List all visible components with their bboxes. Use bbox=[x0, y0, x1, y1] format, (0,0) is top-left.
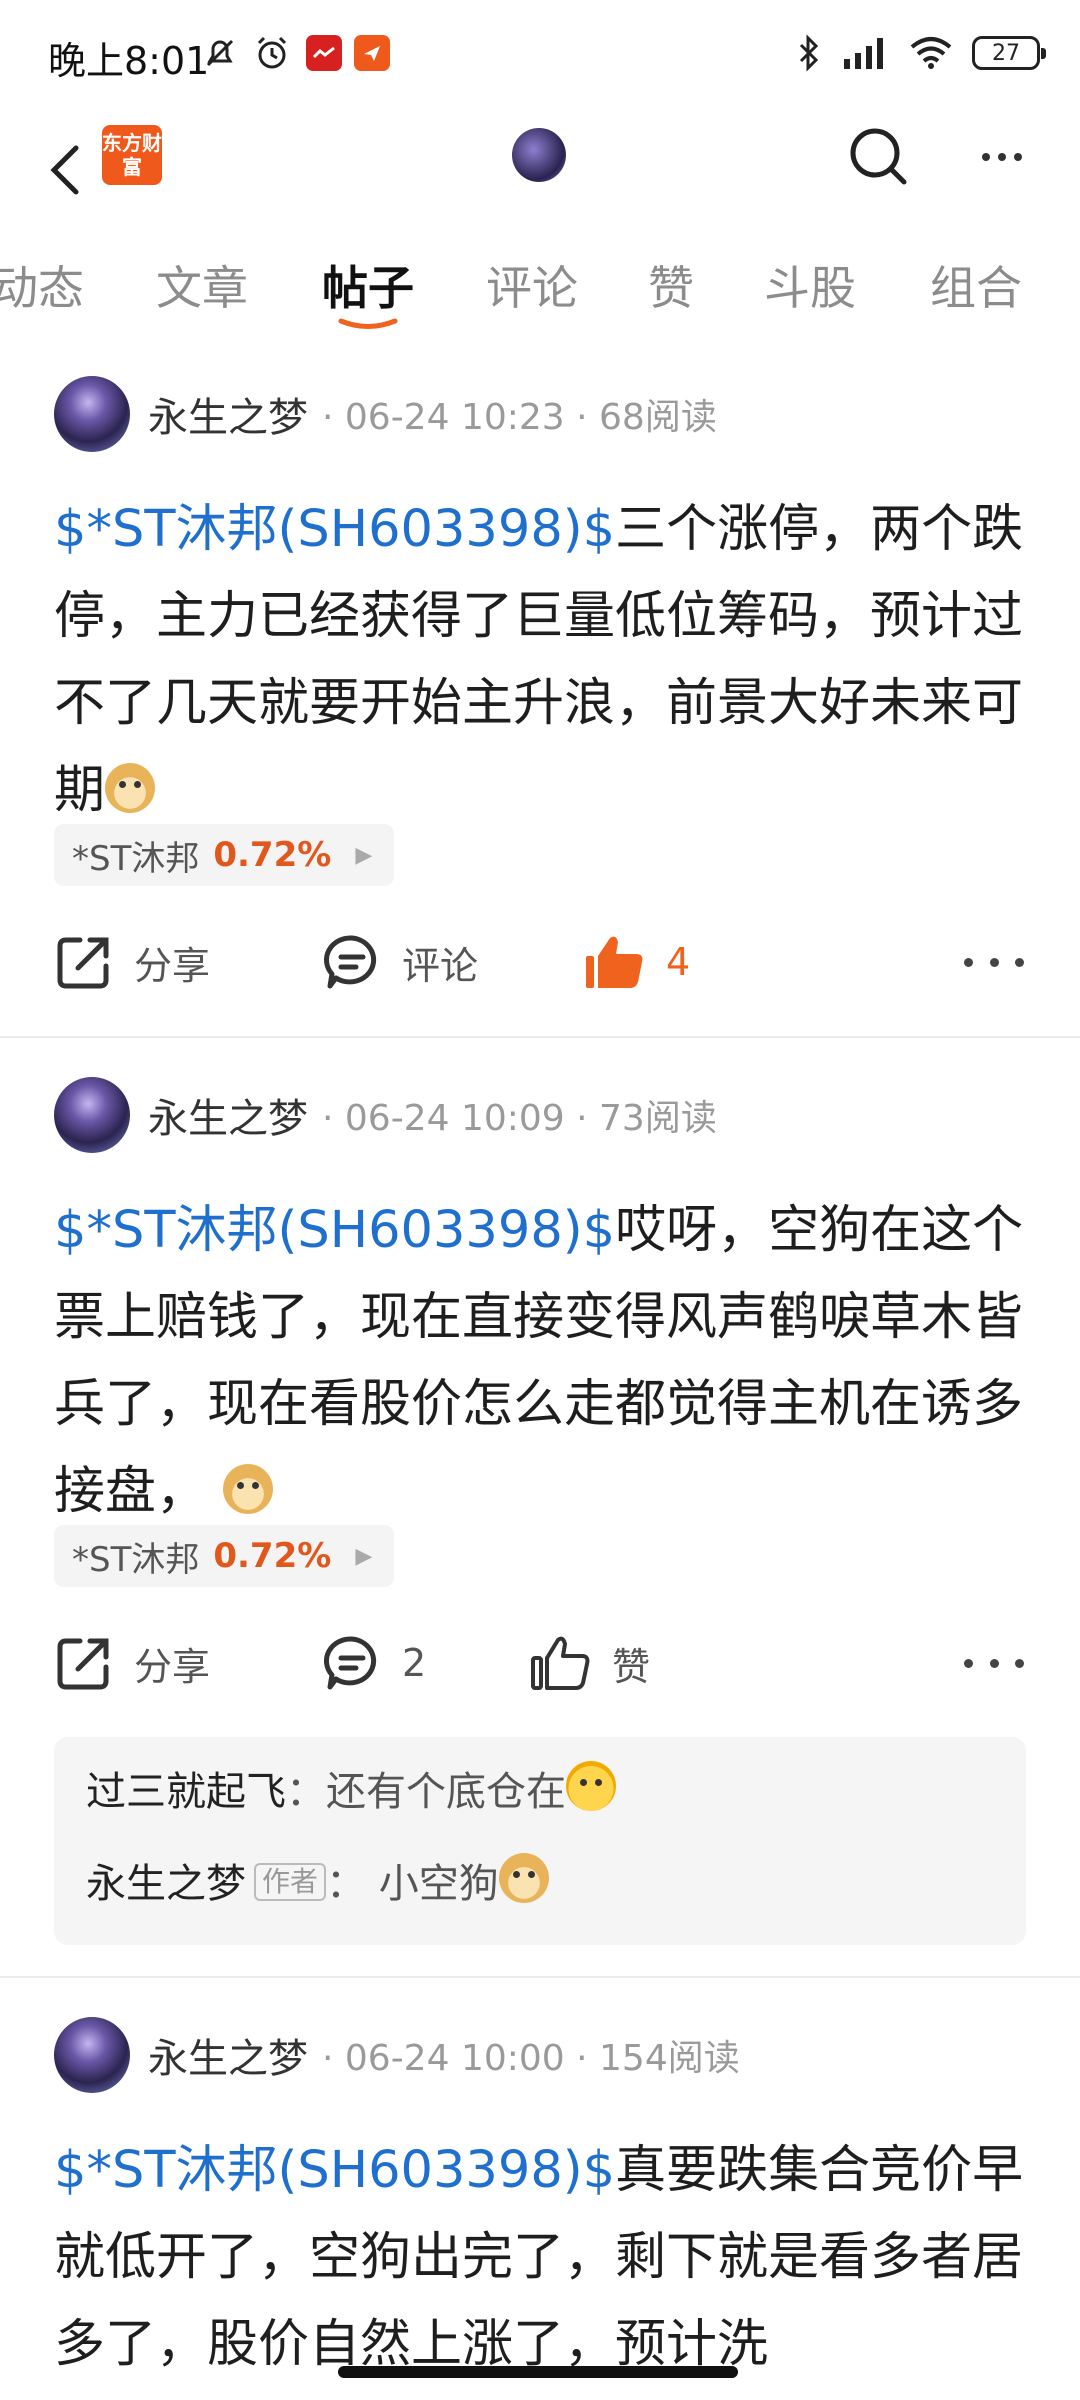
post-item[interactable]: 永生之梦 · 06-24 10:23 · 68阅读 $*ST沐邦(SH60339… bbox=[0, 376, 1080, 1036]
app-notification-icon bbox=[354, 35, 390, 71]
tab-posts[interactable]: 帖子 bbox=[322, 252, 414, 318]
app-notification-icon bbox=[306, 35, 342, 71]
doge-emoji-icon bbox=[223, 1464, 274, 1514]
tab-activity[interactable]: 动态 bbox=[0, 252, 84, 318]
more-icon bbox=[964, 1658, 973, 1668]
share-button[interactable]: 分享 bbox=[54, 922, 210, 1002]
more-button[interactable] bbox=[970, 134, 1034, 180]
post-actions: 分享 评论 4 bbox=[54, 922, 1024, 1002]
author-name[interactable]: 永生之梦 bbox=[148, 385, 308, 443]
post-item[interactable]: 永生之梦 · 06-24 10:00 · 154阅读 $*ST沐邦(SH6033… bbox=[0, 2017, 1080, 2400]
divider bbox=[0, 1976, 1080, 1978]
doge-emoji-icon bbox=[105, 763, 156, 813]
post-actions: 分享 2 赞 bbox=[54, 1623, 1024, 1703]
stock-link[interactable]: $*ST沐邦(SH603398)$ bbox=[54, 2141, 615, 2200]
share-label: 分享 bbox=[134, 943, 211, 988]
share-label: 分享 bbox=[134, 1644, 211, 1689]
play-arrow-icon: ▶ bbox=[355, 842, 373, 868]
search-icon bbox=[850, 128, 907, 185]
share-icon bbox=[57, 937, 109, 989]
comment-icon bbox=[323, 935, 377, 989]
profile-tabs: 动态 文章 帖子 评论 赞 斗股 组合 bbox=[0, 240, 1080, 340]
tab-stock-battle[interactable]: 斗股 bbox=[764, 252, 856, 318]
commenter-name[interactable]: 永生之梦 bbox=[86, 1861, 246, 1907]
post-meta: · 06-24 10:23 · 68阅读 bbox=[322, 397, 717, 438]
like-count: 4 bbox=[666, 940, 691, 984]
stock-tag[interactable]: *ST沐邦 0.72% ▶ bbox=[54, 1525, 394, 1587]
divider bbox=[0, 1036, 1080, 1038]
author-name[interactable]: 永生之梦 bbox=[148, 1086, 308, 1144]
doge-emoji-icon bbox=[498, 1853, 549, 1903]
avatar[interactable] bbox=[54, 1077, 130, 1153]
post-header: 永生之梦 · 06-24 10:23 · 68阅读 bbox=[54, 376, 717, 452]
stock-link[interactable]: $*ST沐邦(SH603398)$ bbox=[54, 1201, 615, 1260]
mute-bell-icon bbox=[200, 33, 240, 73]
stock-tag[interactable]: *ST沐邦 0.72% ▶ bbox=[54, 824, 394, 886]
play-arrow-icon: ▶ bbox=[355, 1543, 373, 1569]
post-header: 永生之梦 · 06-24 10:00 · 154阅读 bbox=[54, 2017, 740, 2093]
stock-tag-name: *ST沐邦 bbox=[72, 838, 200, 879]
tab-portfolio[interactable]: 组合 bbox=[930, 252, 1022, 318]
comment-button[interactable]: 2 bbox=[322, 1623, 426, 1703]
battery-indicator: 27 bbox=[972, 36, 1046, 70]
like-button[interactable]: 赞 bbox=[530, 1623, 650, 1703]
tab-comments[interactable]: 评论 bbox=[486, 252, 578, 318]
comment-count: 2 bbox=[402, 1641, 427, 1685]
stock-tag-change: 0.72% bbox=[213, 835, 332, 875]
post-more-button[interactable] bbox=[964, 938, 1024, 986]
comment-separator: ： bbox=[326, 1861, 367, 1907]
like-label: 赞 bbox=[612, 1644, 651, 1689]
brand-logo[interactable]: 东方财富 bbox=[102, 125, 162, 185]
post-meta: · 06-24 10:00 · 154阅读 bbox=[322, 2038, 740, 2079]
home-indicator[interactable] bbox=[338, 2366, 738, 2378]
comment-text: 还有个底仓在 bbox=[326, 1769, 566, 1815]
back-icon bbox=[50, 145, 79, 195]
comment-icon bbox=[323, 1636, 377, 1690]
comment-label: 评论 bbox=[402, 943, 479, 988]
wifi-icon bbox=[910, 37, 952, 69]
share-button[interactable]: 分享 bbox=[54, 1623, 210, 1703]
tab-articles[interactable]: 文章 bbox=[156, 252, 248, 318]
comment-item[interactable]: 过三就起飞：还有个底仓在 bbox=[86, 1759, 616, 1817]
share-icon bbox=[57, 1638, 109, 1690]
post-meta: · 06-24 10:09 · 73阅读 bbox=[322, 1098, 717, 1139]
comment-item[interactable]: 永生之梦 作者： 小空狗 bbox=[86, 1851, 549, 1909]
status-indicators: 27 bbox=[796, 30, 1046, 76]
more-icon bbox=[964, 957, 973, 967]
tab-likes[interactable]: 赞 bbox=[648, 252, 694, 318]
search-button[interactable] bbox=[846, 124, 912, 190]
post-header: 永生之梦 · 06-24 10:09 · 73阅读 bbox=[54, 1077, 717, 1153]
comment-separator: ： bbox=[286, 1769, 326, 1815]
stock-link[interactable]: $*ST沐邦(SH603398)$ bbox=[54, 500, 615, 559]
more-icon bbox=[982, 153, 990, 161]
status-bar: 晚上8:01 27 bbox=[0, 0, 1080, 110]
thumbs-up-icon bbox=[586, 936, 643, 988]
alarm-icon bbox=[252, 33, 292, 73]
comment-text: 小空狗 bbox=[378, 1861, 499, 1907]
comment-preview[interactable]: 过三就起飞：还有个底仓在 永生之梦 作者： 小空狗 bbox=[54, 1737, 1026, 1945]
profile-avatar[interactable] bbox=[512, 128, 566, 182]
post-more-button[interactable] bbox=[964, 1639, 1024, 1687]
stock-tag-name: *ST沐邦 bbox=[72, 1539, 200, 1580]
signal-icon bbox=[844, 38, 883, 69]
active-tab-indicator bbox=[338, 318, 398, 329]
post-content[interactable]: $*ST沐邦(SH603398)$哎呀，空狗在这个票上赔钱了，现在直接变得风声鹤… bbox=[54, 1187, 1034, 1535]
author-badge: 作者 bbox=[254, 1863, 327, 1901]
comment-button[interactable]: 评论 bbox=[322, 922, 478, 1002]
avatar[interactable] bbox=[54, 2017, 130, 2093]
like-button[interactable]: 4 bbox=[584, 922, 690, 1002]
author-name[interactable]: 永生之梦 bbox=[148, 2026, 308, 2084]
back-button[interactable] bbox=[40, 130, 90, 210]
top-nav: 东方财富 bbox=[0, 110, 1080, 260]
laughing-emoji-icon bbox=[566, 1761, 616, 1811]
post-item[interactable]: 永生之梦 · 06-24 10:09 · 73阅读 $*ST沐邦(SH60339… bbox=[0, 1077, 1080, 1967]
avatar[interactable] bbox=[54, 376, 130, 452]
commenter-name[interactable]: 过三就起飞 bbox=[86, 1769, 286, 1815]
post-content[interactable]: $*ST沐邦(SH603398)$三个涨停，两个跌停，主力已经获得了巨量低位筹码… bbox=[54, 486, 1034, 834]
post-content[interactable]: $*ST沐邦(SH603398)$真要跌集合竞价早就低开了，空狗出完了，剩下就是… bbox=[54, 2127, 1034, 2397]
stock-tag-change: 0.72% bbox=[213, 1536, 332, 1576]
bluetooth-icon bbox=[799, 34, 819, 72]
status-time: 晚上8:01 bbox=[48, 39, 210, 83]
thumbs-up-icon bbox=[531, 1636, 590, 1690]
